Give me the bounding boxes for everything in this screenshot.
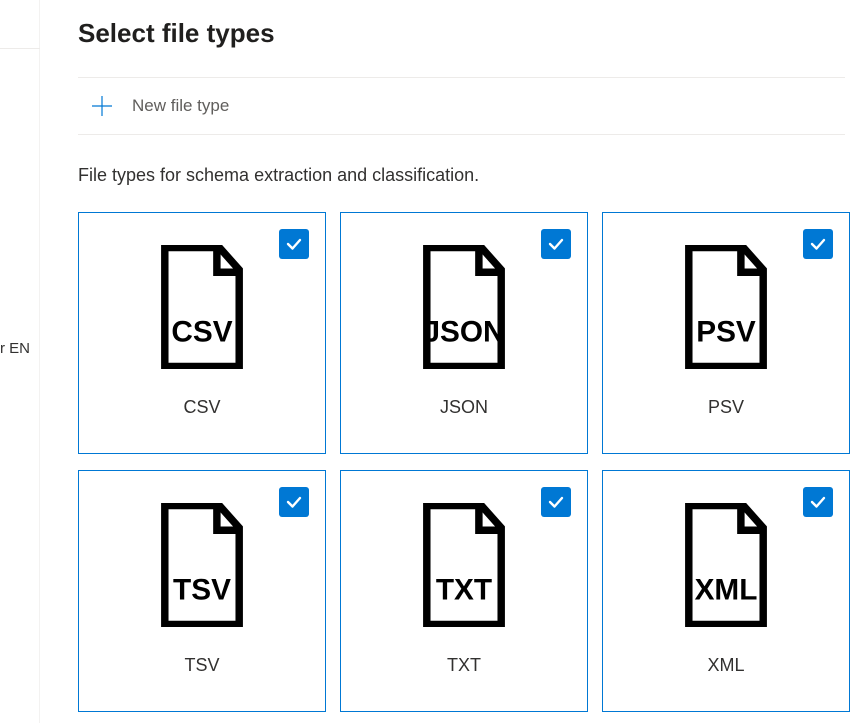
- tile-label: XML: [707, 655, 744, 676]
- description-text: File types for schema extraction and cla…: [78, 165, 845, 186]
- main-panel: Select file types New file type File typ…: [78, 0, 855, 723]
- svg-text:JSON: JSON: [423, 316, 504, 349]
- tile-label: TSV: [184, 655, 219, 676]
- tile-label: TXT: [447, 655, 481, 676]
- file-icon: JSON: [414, 245, 514, 369]
- left-fragment-text: r EN: [0, 340, 30, 357]
- divider-bottom: [78, 134, 845, 135]
- file-icon: XML: [676, 503, 776, 627]
- checkmark-icon[interactable]: [541, 487, 571, 517]
- file-icon: PSV: [676, 245, 776, 369]
- file-icon: TSV: [152, 503, 252, 627]
- svg-text:PSV: PSV: [696, 316, 756, 349]
- file-type-grid: CSV CSV JSON JSON PSV PSV TSV TSV TXT TX…: [78, 212, 845, 712]
- tile-label: JSON: [440, 397, 488, 418]
- plus-icon: [88, 92, 116, 120]
- file-type-tile[interactable]: CSV CSV: [78, 212, 326, 454]
- file-type-tile[interactable]: PSV PSV: [602, 212, 850, 454]
- checkmark-icon[interactable]: [541, 229, 571, 259]
- page-title: Select file types: [78, 18, 845, 49]
- file-icon: CSV: [152, 245, 252, 369]
- left-sidebar-edge: r EN: [0, 0, 40, 723]
- new-file-type-button[interactable]: New file type: [78, 78, 845, 134]
- svg-text:XML: XML: [695, 574, 758, 607]
- tile-label: PSV: [708, 397, 744, 418]
- tile-label: CSV: [183, 397, 220, 418]
- file-icon: TXT: [414, 503, 514, 627]
- file-type-tile[interactable]: TSV TSV: [78, 470, 326, 712]
- checkmark-icon[interactable]: [803, 487, 833, 517]
- file-type-tile[interactable]: TXT TXT: [340, 470, 588, 712]
- checkmark-icon[interactable]: [279, 487, 309, 517]
- checkmark-icon[interactable]: [279, 229, 309, 259]
- file-type-tile[interactable]: XML XML: [602, 470, 850, 712]
- svg-text:TXT: TXT: [436, 574, 492, 607]
- svg-text:CSV: CSV: [171, 316, 232, 349]
- file-type-tile[interactable]: JSON JSON: [340, 212, 588, 454]
- svg-text:TSV: TSV: [173, 574, 231, 607]
- checkmark-icon[interactable]: [803, 229, 833, 259]
- new-file-type-label: New file type: [132, 96, 229, 116]
